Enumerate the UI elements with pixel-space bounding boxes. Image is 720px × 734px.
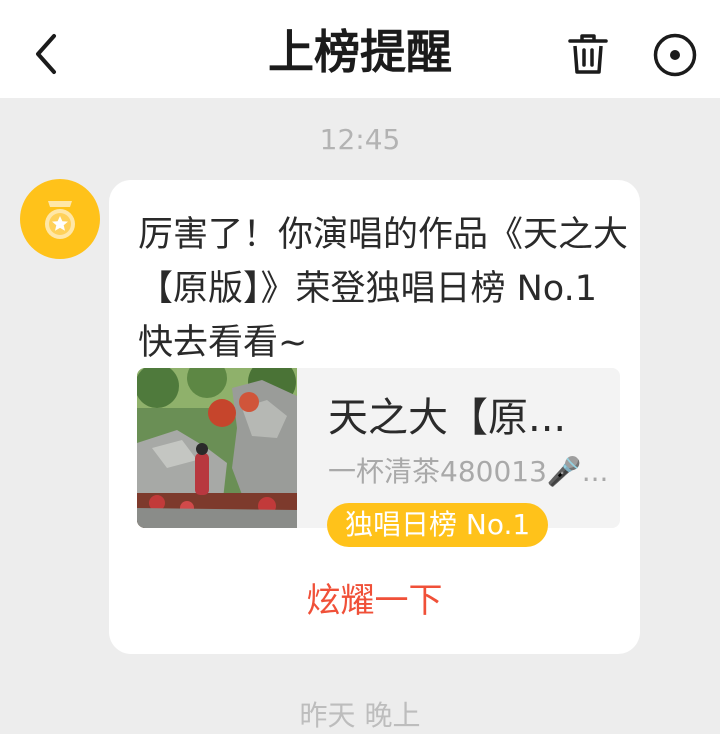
circle-dot-icon <box>653 33 697 77</box>
message-bubble: 厉害了！你演唱的作品《天之大【原版】》荣登独唱日榜 No.1快去看看~ 天之大【… <box>109 180 640 654</box>
delete-button[interactable] <box>566 32 610 76</box>
message-time: 12:45 <box>319 123 401 156</box>
rank-badge: 独唱日榜 No.1 <box>327 503 549 547</box>
message-text: 厉害了！你演唱的作品《天之大【原版】》荣登独唱日榜 No.1快去看看~ <box>138 215 629 363</box>
top-bar: 上榜提醒 <box>0 0 720 98</box>
trash-icon <box>568 34 608 74</box>
more-button[interactable] <box>652 32 698 78</box>
page-title: 上榜提醒 <box>268 25 452 79</box>
song-title: 天之大【原... <box>328 395 567 441</box>
next-message-time: 昨天 晚上 <box>299 699 421 732</box>
show-off-button[interactable]: 炫耀一下 <box>109 578 640 624</box>
medal-icon <box>45 201 75 239</box>
singer-name: 一杯清茶480013🎤... <box>328 455 609 488</box>
song-thumbnail <box>137 368 297 528</box>
avatar[interactable] <box>20 179 100 259</box>
